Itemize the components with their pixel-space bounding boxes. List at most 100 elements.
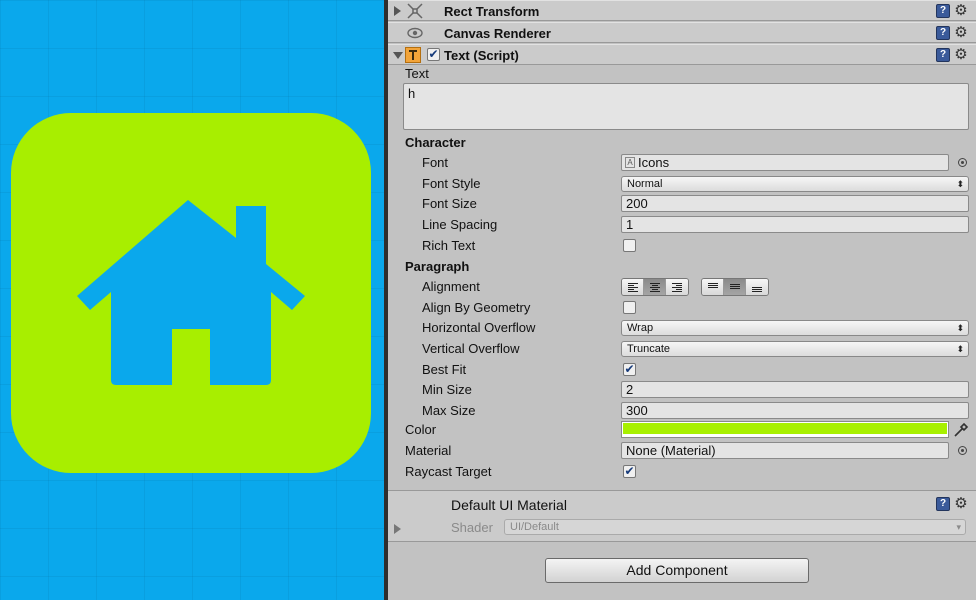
foldout-arrow-icon[interactable] — [394, 524, 401, 534]
shader-dropdown[interactable]: UI/Default ▾ — [504, 519, 966, 535]
min-size-field[interactable]: 2 — [621, 381, 969, 398]
updown-arrow-icon: ⬍ — [956, 323, 964, 333]
field-label: Font — [422, 155, 449, 170]
field-label: Line Spacing — [422, 217, 498, 232]
font-size-row: Font Size 200 — [388, 194, 976, 214]
section-header: Character — [405, 135, 466, 150]
field-label: Align By Geometry — [422, 300, 531, 315]
updown-arrow-icon: ⬍ — [956, 179, 964, 189]
horizontal-alignment-group — [621, 278, 689, 296]
align-top-icon — [707, 283, 718, 288]
material-object-field[interactable]: None (Material) — [621, 442, 949, 459]
canvas-renderer-header[interactable]: Canvas Renderer ? ⚙ — [388, 22, 976, 43]
material-title: Default UI Material — [451, 497, 567, 513]
vertical-overflow-row: Vertical Overflow Truncate ⬍ — [388, 339, 976, 359]
character-section: Character — [388, 133, 976, 153]
align-top-button[interactable] — [702, 279, 724, 295]
font-value: Icons — [638, 155, 670, 170]
min-size-row: Min Size 2 — [388, 380, 976, 400]
align-center-button[interactable] — [644, 279, 666, 295]
font-style-row: Font Style Normal ⬍ — [388, 174, 976, 194]
field-label: Color — [405, 422, 437, 437]
inspector-panel: Rect Transform ? ⚙ Canvas Renderer ? ⚙ ✔… — [388, 0, 976, 600]
align-right-button[interactable] — [666, 279, 688, 295]
align-bottom-icon — [752, 287, 762, 292]
dropdown-value: Wrap — [627, 322, 654, 334]
horizontal-overflow-row: Horizontal Overflow Wrap ⬍ — [388, 318, 976, 338]
foldout-arrow-icon[interactable] — [394, 6, 401, 16]
font-style-dropdown[interactable]: Normal ⬍ — [621, 176, 969, 192]
eye-icon — [406, 24, 424, 42]
raycast-target-checkbox[interactable]: ✔ — [623, 465, 636, 478]
font-size-field[interactable]: 200 — [621, 195, 969, 212]
text-t-icon — [404, 46, 422, 64]
align-left-icon — [627, 283, 638, 292]
help-icon[interactable]: ? — [936, 4, 950, 18]
text-label-row: Text — [388, 64, 976, 84]
alignment-row: Alignment — [388, 277, 976, 297]
color-alpha-bar — [623, 434, 947, 436]
paragraph-section: Paragraph — [388, 257, 976, 277]
help-icon[interactable]: ? — [936, 26, 950, 40]
vertical-alignment-group — [701, 278, 769, 296]
dropdown-value: Normal — [627, 178, 663, 190]
font-object-field[interactable]: A Icons — [621, 154, 949, 171]
gear-icon[interactable]: ⚙ — [952, 2, 970, 20]
gear-icon[interactable]: ⚙ — [952, 24, 970, 42]
rich-text-checkbox[interactable] — [623, 239, 636, 252]
field-label: Font Style — [422, 176, 481, 191]
align-center-icon — [649, 283, 660, 292]
align-middle-icon — [729, 284, 740, 289]
align-bottom-button[interactable] — [746, 279, 768, 295]
max-size-field[interactable]: 300 — [621, 402, 969, 419]
field-label: Alignment — [422, 279, 480, 294]
field-label: Rich Text — [422, 238, 476, 253]
align-by-geometry-checkbox[interactable] — [623, 301, 636, 314]
color-row: Color — [388, 420, 976, 440]
line-spacing-field[interactable]: 1 — [621, 216, 969, 233]
font-row: Font A Icons — [388, 153, 976, 173]
best-fit-checkbox[interactable]: ✔ — [623, 363, 636, 376]
component-title: Text (Script) — [444, 48, 519, 63]
house-icon — [77, 200, 305, 385]
align-right-icon — [672, 283, 682, 292]
eyedropper-icon[interactable] — [952, 421, 970, 439]
line-spacing-row: Line Spacing 1 — [388, 215, 976, 235]
rect-transform-icon — [406, 2, 424, 20]
field-label: Max Size — [422, 403, 476, 418]
text-script-header[interactable]: ✔ Text (Script) ? ⚙ — [388, 44, 976, 65]
help-icon[interactable]: ? — [936, 497, 950, 511]
field-label: Font Size — [422, 196, 477, 211]
section-header: Paragraph — [405, 259, 470, 274]
rich-text-row: Rich Text — [388, 236, 976, 256]
dropdown-arrow-icon: ▾ — [956, 522, 961, 532]
field-label: Min Size — [422, 382, 472, 397]
horizontal-overflow-dropdown[interactable]: Wrap ⬍ — [621, 320, 969, 336]
font-asset-icon: A — [625, 157, 635, 168]
component-title: Rect Transform — [444, 4, 540, 19]
gear-icon[interactable]: ⚙ — [952, 495, 970, 513]
align-middle-button[interactable] — [724, 279, 746, 295]
foldout-arrow-icon[interactable] — [393, 52, 403, 59]
dropdown-value: UI/Default — [510, 521, 559, 533]
updown-arrow-icon: ⬍ — [956, 344, 964, 354]
material-row: Material None (Material) — [388, 441, 976, 461]
object-picker-icon[interactable] — [958, 446, 967, 455]
material-preview: Default UI Material ? ⚙ Shader UI/Defaul… — [388, 490, 976, 542]
field-label: Horizontal Overflow — [422, 320, 536, 335]
help-icon[interactable]: ? — [936, 48, 950, 62]
text-input-area[interactable]: h — [403, 83, 969, 130]
raycast-target-row: Raycast Target ✔ — [388, 462, 976, 482]
add-component-button[interactable]: Add Component — [545, 558, 809, 583]
gear-icon[interactable]: ⚙ — [952, 46, 970, 64]
object-picker-icon[interactable] — [958, 158, 967, 167]
field-label: Material — [405, 443, 452, 458]
scene-view[interactable] — [0, 0, 384, 600]
align-left-button[interactable] — [622, 279, 644, 295]
component-enabled-checkbox[interactable]: ✔ — [427, 48, 440, 61]
dropdown-value: Truncate — [627, 343, 671, 355]
rect-transform-header[interactable]: Rect Transform ? ⚙ — [388, 0, 976, 21]
color-field[interactable] — [621, 421, 949, 438]
vertical-overflow-dropdown[interactable]: Truncate ⬍ — [621, 341, 969, 357]
unity-editor: Rect Transform ? ⚙ Canvas Renderer ? ⚙ ✔… — [0, 0, 976, 600]
